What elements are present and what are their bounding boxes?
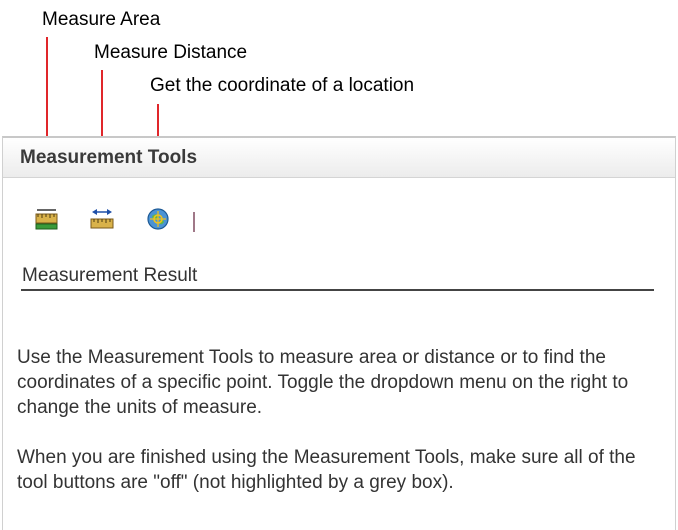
result-divider: [21, 289, 654, 291]
instructions-paragraph-2: When you are finished using the Measurem…: [17, 447, 636, 493]
location-coordinate-icon: [147, 208, 169, 230]
panel-header: Measurement Tools: [3, 138, 675, 178]
callout-measure-distance: Measure Distance: [94, 42, 248, 63]
toolbar-separator: [193, 212, 195, 232]
measure-area-icon: [35, 209, 58, 230]
panel-title: Measurement Tools: [20, 146, 198, 168]
measure-area-button[interactable]: [33, 205, 61, 233]
instructions-paragraph-1: Use the Measurement Tools to measure are…: [17, 347, 629, 418]
measure-distance-button[interactable]: [88, 205, 116, 233]
get-coordinate-button[interactable]: [144, 205, 172, 233]
measure-distance-icon: [90, 209, 114, 229]
callout-get-coordinate: Get the coordinate of a location: [150, 75, 415, 96]
measurement-result-label: Measurement Result: [22, 265, 198, 286]
callout-measure-area: Measure Area: [42, 9, 161, 30]
